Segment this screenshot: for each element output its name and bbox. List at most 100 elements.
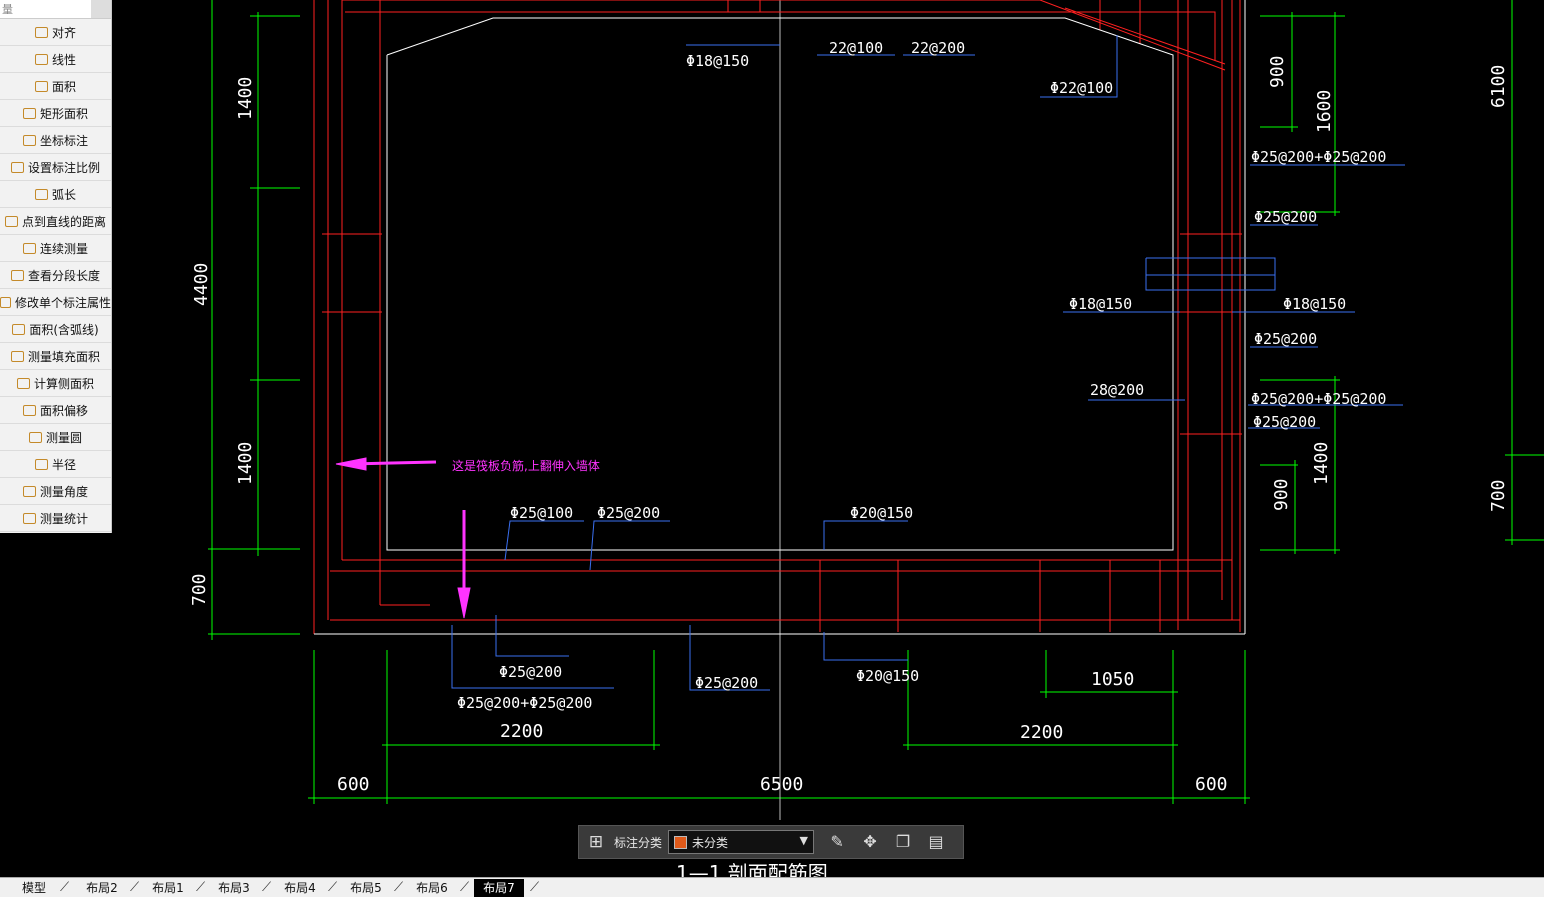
copy-icon[interactable]: ❐ [892,831,914,853]
annotation-toolbar: ⊞ 标注分类 未分类 ▼ ✎ ✥ ❐ ▤ [578,825,964,859]
area-icon [34,80,48,92]
rect-area-icon [22,107,36,119]
move-icon[interactable]: ✥ [859,831,881,853]
tab-separator: ⟋ [328,880,338,895]
tool-item[interactable]: 测量填充面积 [0,343,111,370]
scale-icon [10,161,24,173]
dim-4400: 4400 [191,263,212,306]
tool-item-label: 面积(含弧线) [29,322,99,337]
tool-item[interactable]: 点到直线的距离 [0,208,111,235]
tool-item-label: 坐标标注 [39,133,88,148]
tab-separator: ⟋ [196,880,206,895]
align-icon [34,26,48,38]
label-bottom-phi25-100: Φ25@100 [510,504,573,522]
tool-item[interactable]: 面积偏移 [0,397,111,424]
linear-icon [34,53,48,65]
tool-item-label: 线性 [51,52,76,67]
tool-item-label: 计算侧面积 [33,376,94,391]
label-top-22-100: 22@100 [829,39,883,57]
tab-separator: ⟋ [530,880,540,895]
tab-separator: ⟋ [60,880,70,895]
side-area-icon [16,377,30,389]
annotation-category-label: 标注分类 [614,835,663,850]
tool-item[interactable]: 查看分段长度 [0,262,111,289]
radius-icon [34,458,48,470]
layout-tab[interactable]: 布局6 [410,879,454,897]
dim-6500: 6500 [760,774,803,795]
label-right-phi25-200-2: Φ25@200 [1254,330,1317,348]
note-text: 这是筏板负筋,上翻伸入墙体 [452,458,600,473]
tool-item-label: 测量统计 [39,511,88,526]
tool-search-box[interactable]: 量 [0,0,111,19]
tool-item-label: 面积偏移 [39,403,88,418]
point-line-icon [4,215,18,227]
chevron-down-icon: ▼ [799,834,809,847]
tab-separator: ⟋ [394,880,404,895]
continuous-measure-icon [22,242,36,254]
dim-2200-left: 2200 [500,721,543,742]
tool-item-label: 点到直线的距离 [21,214,106,229]
tool-item[interactable]: 线性 [0,46,111,73]
label-center-phi18-150-right: Φ18@150 [1283,295,1346,313]
note-arrows [335,457,471,619]
dim-1400-right: 1400 [1311,442,1332,485]
segment-length-icon [10,269,24,281]
tool-item-label: 设置标注比例 [27,160,100,175]
tool-item-label: 弧长 [51,187,76,202]
tool-item[interactable]: 弧长 [0,181,111,208]
tool-item[interactable]: 计算侧面积 [0,370,111,397]
tool-item-label: 面积 [51,79,76,94]
arc-length-icon [34,188,48,200]
tool-item[interactable]: 面积 [0,73,111,100]
dim-1400-top: 1400 [235,77,256,120]
label-top-22-200: 22@200 [911,39,965,57]
tool-item-label: 查看分段长度 [27,268,100,283]
layout-grid-icon[interactable]: ⊞ [586,832,606,852]
tool-search-text: 量 [2,3,13,16]
tool-item[interactable]: 测量统计 [0,505,111,532]
dim-1400-bottom: 1400 [235,442,256,485]
annotation-category-value: 未分类 [692,835,729,850]
tool-item[interactable]: 坐标标注 [0,127,111,154]
label-bottom-phi20-150-top: Φ20@150 [850,504,913,522]
tool-item[interactable]: 面积(含弧线) [0,316,111,343]
tool-item[interactable]: 设置标注比例 [0,154,111,181]
dim-700: 700 [189,573,210,606]
circle-icon [28,431,42,443]
coordinate-icon [22,134,36,146]
tool-item[interactable]: 矩形面积 [0,100,111,127]
layout-tab[interactable]: 布局2 [80,879,124,897]
dim-1600: 1600 [1314,90,1335,133]
tool-item-label: 修改单个标注属性 [14,295,111,310]
label-top-phi18-150: Φ18@150 [686,52,749,70]
tool-item[interactable]: 测量角度 [0,478,111,505]
edit-annotation-icon [0,296,11,308]
label-right-phi25-200-3: Φ25@200 [1253,413,1316,431]
arc-area-icon [12,323,26,335]
fill-area-icon [10,350,24,362]
layout-tab[interactable]: 布局4 [278,879,322,897]
dim-600-right: 600 [1195,774,1228,795]
tool-item[interactable]: 连续测量 [0,235,111,262]
paste-icon[interactable]: ▤ [925,831,947,853]
label-right-phi25-combo-2: Φ25@200+Φ25@200 [1251,390,1386,408]
cad-drawing-canvas[interactable]: 1400 4400 1400 700 2200 2200 1050 600 65… [0,0,1544,877]
tool-item[interactable]: 半径 [0,451,111,478]
tool-search-button[interactable] [91,0,111,18]
layout-tab[interactable]: 布局7 [474,879,524,897]
tool-item[interactable]: 修改单个标注属性 [0,289,111,316]
layout-tab[interactable]: 模型 [14,879,54,897]
annotation-category-select[interactable]: 未分类 ▼ [668,830,815,854]
angle-icon [22,485,36,497]
tool-item[interactable]: 测量圆 [0,424,111,451]
label-right-28-200: 28@200 [1090,381,1144,399]
edit-icon[interactable]: ✎ [826,831,848,853]
tool-item[interactable]: 对齐 [0,19,111,46]
layout-tab[interactable]: 布局5 [344,879,388,897]
layout-tab[interactable]: 布局3 [212,879,256,897]
layout-tab[interactable]: 布局1 [146,879,190,897]
tab-separator: ⟋ [262,880,272,895]
dim-600-left: 600 [337,774,370,795]
tool-item-label: 矩形面积 [39,106,88,121]
label-right-phi25-200-1: Φ25@200 [1254,208,1317,226]
